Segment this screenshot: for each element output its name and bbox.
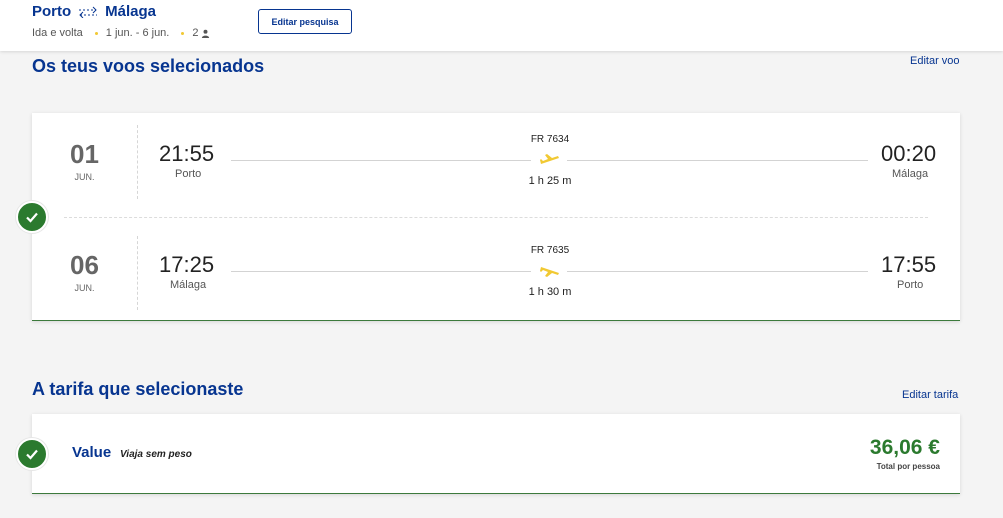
separator-dot xyxy=(181,31,185,35)
flight-duration: 1 h 25 m xyxy=(528,175,572,187)
edit-flight-link[interactable]: Editar voo xyxy=(910,55,960,67)
selected-fare-card: Value Viaja sem peso 36,06 € Total por p… xyxy=(32,414,960,494)
flight-outbound: 01 JUN. 21:55 Porto FR 7634 1 h 25 m 00:… xyxy=(32,113,960,209)
arrive-time: 17:55 xyxy=(881,252,937,277)
separator-dot xyxy=(94,31,98,35)
flight-month: JUN. xyxy=(74,172,95,182)
flight-day: 01 xyxy=(70,139,99,169)
search-summary-bar: Porto Málaga Ida e volta 1 jun. - 6 jun.… xyxy=(0,0,1003,51)
edit-search-button[interactable]: Editar pesquisa xyxy=(258,9,352,34)
flights-selected-check-icon xyxy=(16,201,48,233)
flight-month: JUN. xyxy=(74,283,95,293)
fare-selected-check-icon xyxy=(16,438,48,470)
roundtrip-arrows-icon xyxy=(79,6,98,18)
flight-number: FR 7635 xyxy=(530,245,570,256)
arrive-time: 00:20 xyxy=(881,141,937,166)
depart-city: Porto xyxy=(175,168,202,180)
travel-dates: 1 jun. - 6 jun. xyxy=(105,27,170,39)
trip-type: Ida e volta xyxy=(32,27,83,39)
plane-landing-icon xyxy=(540,267,559,277)
fare-price: 36,06 € xyxy=(869,436,940,459)
price-label: Total por pessoa xyxy=(876,462,940,471)
route-line xyxy=(231,271,531,272)
depart-time: 17:25 xyxy=(159,252,215,277)
edit-fare-link[interactable]: Editar tarifa xyxy=(902,389,958,401)
fare-description: Viaja sem peso xyxy=(120,449,192,460)
flight-date: 06 JUN. xyxy=(32,236,138,310)
flight-day: 06 xyxy=(70,250,99,280)
flight-divider xyxy=(64,217,928,218)
flight-date: 01 JUN. xyxy=(32,125,138,199)
arrive-city: Málaga xyxy=(892,168,929,180)
passenger-count: 2 xyxy=(192,27,199,39)
depart-city: Málaga xyxy=(170,279,207,291)
plane-takeoff-icon xyxy=(540,154,559,164)
route-line xyxy=(567,271,868,272)
arrive-city: Porto xyxy=(897,279,924,291)
route-line xyxy=(231,160,531,161)
route-line xyxy=(567,160,868,161)
flight-duration: 1 h 30 m xyxy=(528,286,572,298)
flights-section-title: Os teus voos selecionados xyxy=(32,56,265,76)
origin-city: Porto xyxy=(32,3,72,20)
flight-return: 06 JUN. 17:25 Málaga FR 7635 1 h 30 m 17… xyxy=(32,224,960,320)
fare-section-title: A tarifa que selecionaste xyxy=(32,379,244,399)
depart-time: 21:55 xyxy=(159,141,215,166)
flight-number: FR 7634 xyxy=(530,134,570,145)
search-meta: Ida e volta 1 jun. - 6 jun. 2 xyxy=(32,27,210,39)
route-title: Porto Málaga xyxy=(32,3,156,20)
destination-city: Málaga xyxy=(105,3,157,20)
fare-name: Value xyxy=(72,444,112,461)
person-icon xyxy=(202,29,210,38)
selected-flights-card: 01 JUN. 21:55 Porto FR 7634 1 h 25 m 00:… xyxy=(32,113,960,321)
